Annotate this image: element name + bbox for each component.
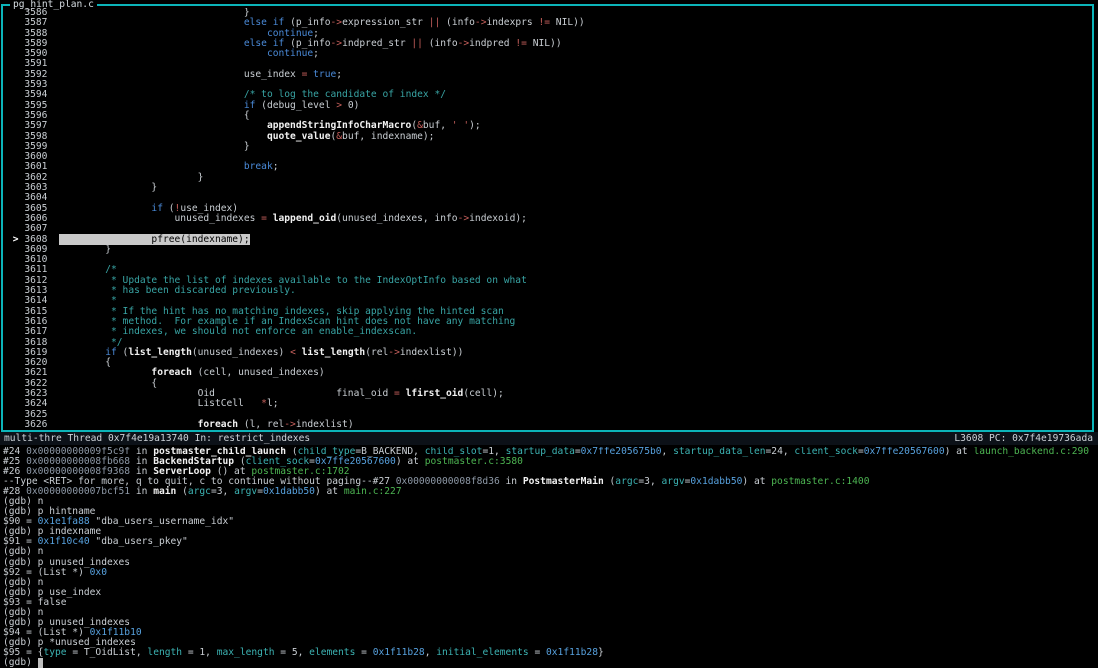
source-line: 3624 ListCell *l; (7, 399, 1090, 409)
gdb-output-line: (gdb) n (3, 497, 1098, 507)
source-line: 3599 } (7, 142, 1090, 152)
source-line: 3602 } (7, 173, 1090, 183)
current-source-line: > 3608 pfree(indexname); (7, 235, 1090, 245)
source-line: 3592 use_index = true; (7, 70, 1090, 80)
gdb-output-line: $90 = 0x1e1fa88 "dba_users_username_idx" (3, 517, 1098, 527)
gdb-output-line: $92 = (List *) 0x0 (3, 568, 1098, 578)
gdb-prompt-line[interactable]: (gdb) (3, 658, 1098, 668)
source-line: 3617 * indexes, we should not enforce an… (7, 327, 1090, 337)
gdb-output-line: $93 = false (3, 598, 1098, 608)
terminal-cursor[interactable] (38, 658, 44, 668)
source-line: 3610 (7, 255, 1090, 265)
source-code-area[interactable]: 3586 } 3587 else if (p_info->expression_… (7, 8, 1090, 430)
status-thread-info: multi-thre Thread 0x7f4e19a13740 In: res… (4, 433, 310, 445)
source-line: 3590 continue; (7, 49, 1090, 59)
gdb-output-line: (gdb) n (3, 547, 1098, 557)
source-line: 3619 if (list_length(unused_indexes) < l… (7, 348, 1090, 358)
gdb-console[interactable]: #24 0x00000000009f5c9f in postmaster_chi… (3, 447, 1098, 668)
gdb-output-line: (gdb) n (3, 608, 1098, 618)
source-line: 3621 foreach (cell, unused_indexes) (7, 368, 1090, 378)
line-marker (7, 419, 24, 430)
source-line: 3626 foreach (l, rel->indexlist) (7, 420, 1090, 430)
status-bar: multi-thre Thread 0x7f4e19a13740 In: res… (0, 432, 1098, 445)
gdb-output-line: $94 = (List *) 0x1f11b10 (3, 628, 1098, 638)
source-line: 3606 unused_indexes = lappend_oid(unused… (7, 214, 1090, 224)
gdb-output-line: (gdb) n (3, 578, 1098, 588)
gdb-output-line: #28 0x00000000007bcf51 in main (argc=3, … (3, 487, 1098, 497)
gdb-output-line: (gdb) p unused_indexes (3, 558, 1098, 568)
source-line: 3609 } (7, 245, 1090, 255)
source-window: pg_hint_plan.c 3586 } 3587 else if (p_in… (1, 4, 1094, 432)
gdb-output-line: (gdb) p use_index (3, 588, 1098, 598)
gdb-output-line: $95 = {type = T_OidList, length = 1, max… (3, 648, 1098, 658)
gdb-output-line: $91 = 0x1f10c40 "dba_users_pkey" (3, 537, 1098, 547)
line-number: 3626 (24, 419, 47, 430)
status-line-pc: L3608 PC: 0x7f4e19736ada (954, 433, 1093, 445)
source-line: 3603 } (7, 183, 1090, 193)
source-line: 3613 * has been discarded previously. (7, 286, 1090, 296)
gdb-tui-terminal: pg_hint_plan.c 3586 } 3587 else if (p_in… (0, 0, 1098, 668)
gdb-output-line: (gdb) p unused_indexes (3, 618, 1098, 628)
